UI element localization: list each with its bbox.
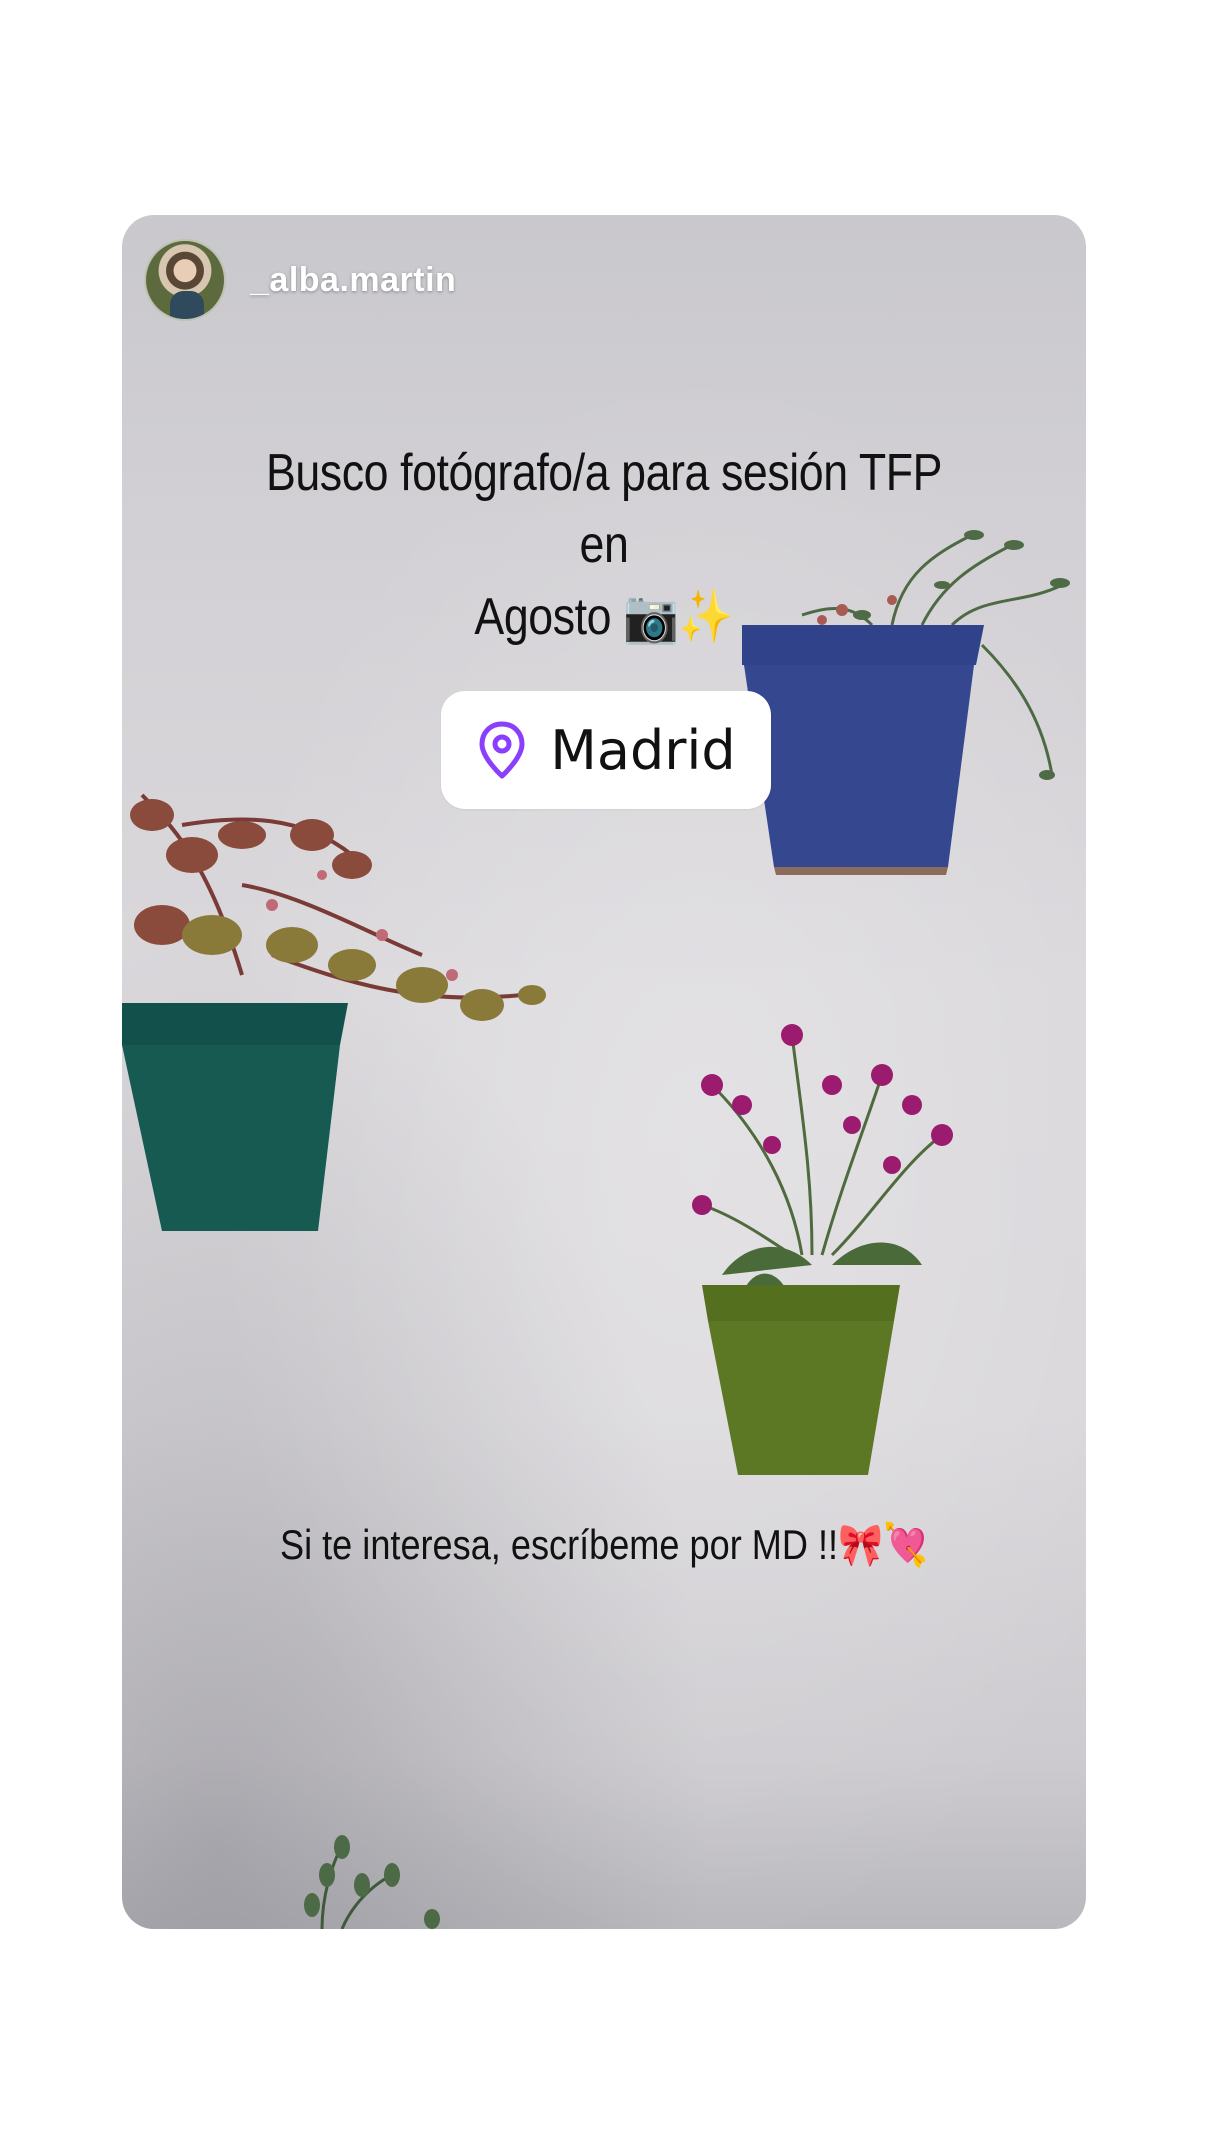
map-pin-icon (476, 720, 528, 780)
footer-text: Si te interesa, escríbeme por MD !!🎀💘 (189, 1517, 1018, 1573)
footer-message: Si te interesa, escríbeme por MD !! (279, 1521, 839, 1568)
green-pot-plant (692, 1024, 953, 1475)
teal-pot-plant (122, 793, 546, 1231)
headline-line2-wrapper: Agosto 📷✨ (241, 581, 967, 653)
headline-text: Busco fotógrafo/a para sesión TFP en Ago… (241, 437, 967, 653)
camera-sparkles-emoji: 📷✨ (623, 587, 734, 647)
username[interactable]: _alba.martin (250, 261, 456, 300)
bow-heart-emoji: 🎀💘 (838, 1520, 929, 1569)
headline-line1: Busco fotógrafo/a para sesión TFP en (265, 444, 943, 574)
headline-line2: Agosto (474, 588, 612, 646)
small-plant-bottom (304, 1835, 440, 1929)
location-sticker[interactable]: Madrid (441, 691, 771, 809)
page: _alba.martin Busco fotógrafo/a para sesi… (0, 0, 1206, 2144)
avatar[interactable] (144, 239, 226, 321)
story-card[interactable]: _alba.martin Busco fotógrafo/a para sesi… (122, 215, 1086, 1929)
story-header: _alba.martin (144, 239, 456, 321)
location-label: Madrid (550, 718, 736, 782)
